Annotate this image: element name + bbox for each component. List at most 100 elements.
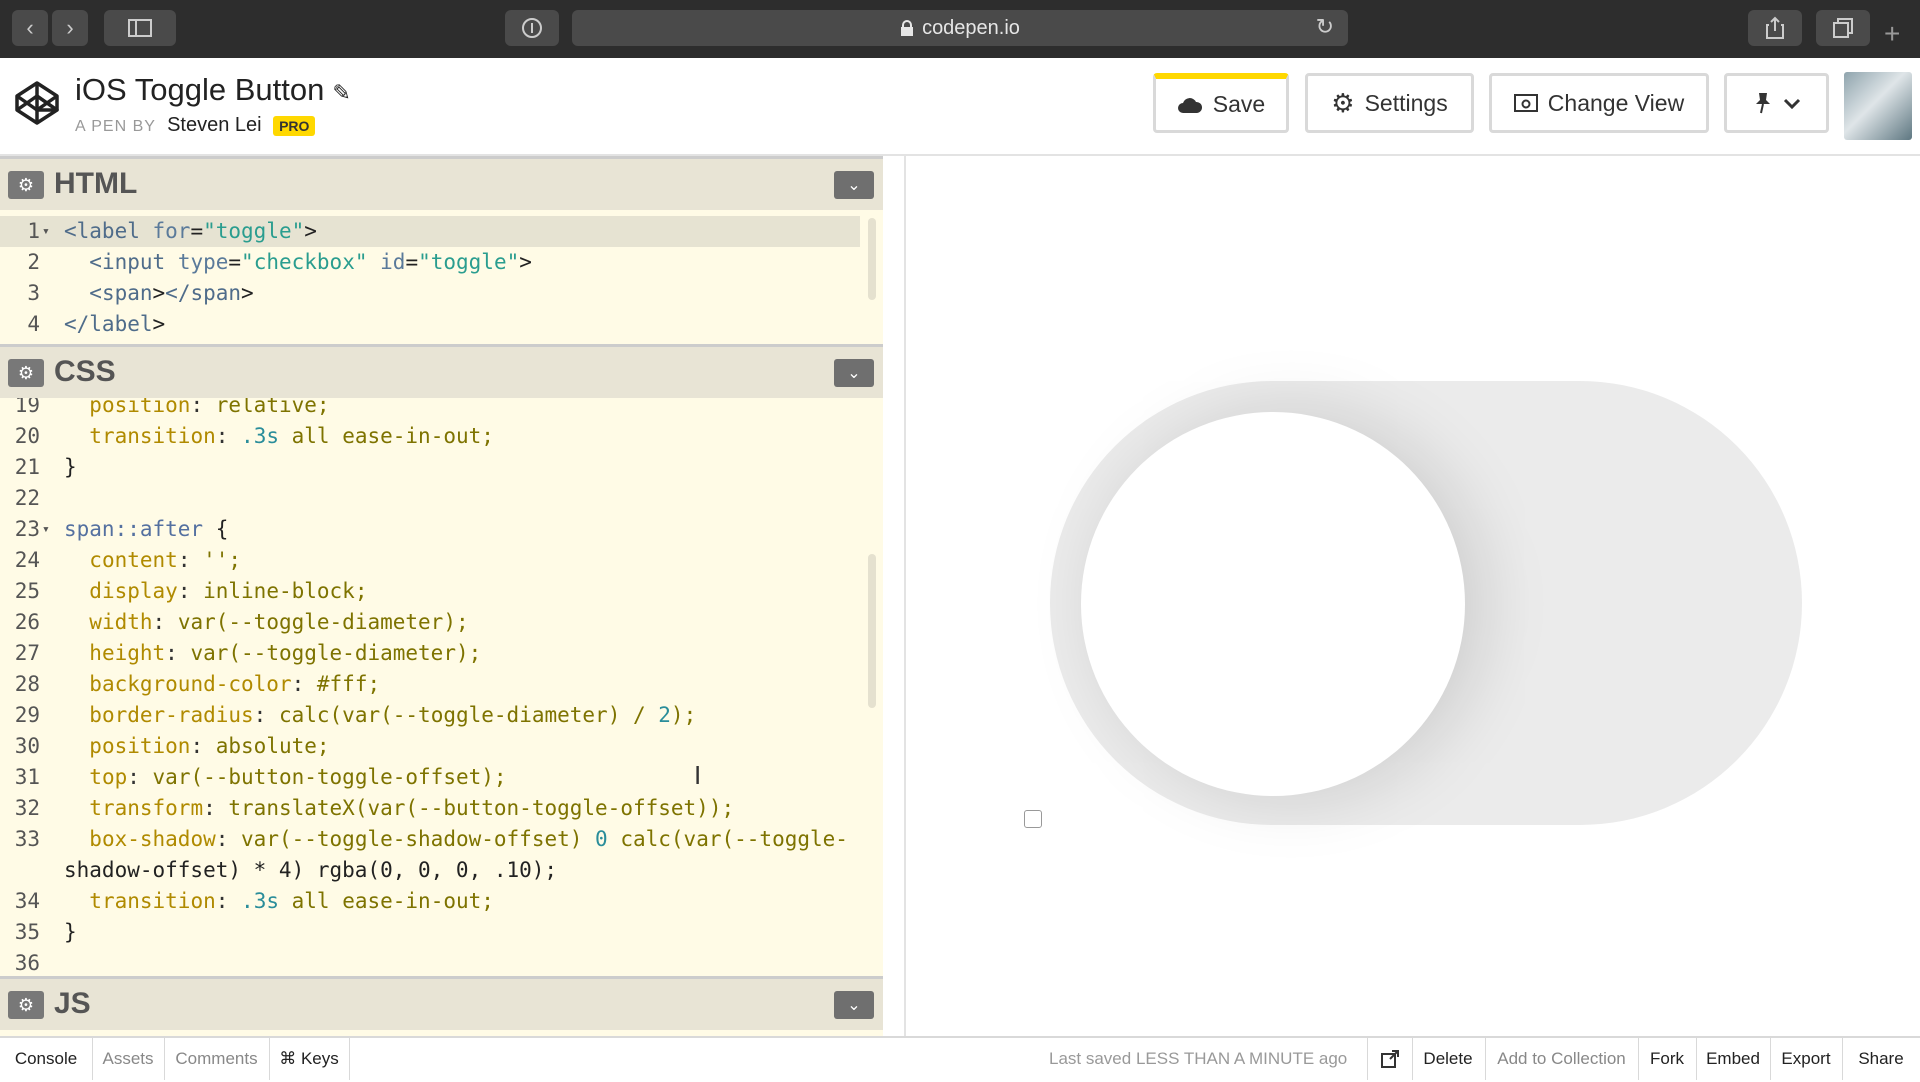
pin-menu-button[interactable] (1724, 73, 1829, 133)
sidebar-toggle-button[interactable] (104, 10, 176, 46)
line-number: 26 (14, 610, 40, 634)
code-line[interactable]: 28 background-color: #fff; (0, 669, 860, 700)
fold-arrow-icon[interactable]: ▾ (42, 216, 50, 247)
code-line[interactable]: 32 transform: translateX(var(--button-to… (0, 793, 860, 824)
author-name[interactable]: Steven Lei (167, 114, 262, 136)
editor-panel: ⚙ HTML ⌄ 1 ▾ <label for="toggle"> 2 <input … (0, 156, 883, 1036)
code-line[interactable]: 33 box-shadow: var(--toggle-shadow-offse… (0, 824, 860, 855)
pen-header: iOS Toggle Button ✎ A PEN BY Steven Lei P… (0, 58, 1920, 156)
code-text: top: var(--button-toggle-offset); (89, 765, 507, 789)
toggle-checkbox[interactable] (1024, 810, 1042, 828)
html-scrollbar[interactable] (868, 218, 876, 300)
line-number: 19 (14, 398, 40, 417)
code-line[interactable]: 22 (0, 483, 860, 514)
code-line[interactable]: shadow-offset) * 4) rgba(0, 0, 0, .10); (0, 855, 860, 886)
css-code-area[interactable]: 19 position: relative; 20 transition: .3s… (0, 398, 883, 976)
console-button[interactable]: Console (0, 1038, 93, 1080)
css-scrollbar[interactable] (868, 554, 876, 708)
tabs-icon (1833, 18, 1853, 38)
code-line[interactable]: 23 ▾ span::after { (0, 514, 860, 545)
js-collapse-chevron-icon[interactable]: ⌄ (834, 991, 874, 1019)
code-line[interactable]: 31 top: var(--button-toggle-offset); (0, 762, 860, 793)
code-line[interactable]: 30 position: absolute; (0, 731, 860, 762)
js-editor-header: ⚙ JS ⌄ (0, 976, 883, 1030)
share-page-button[interactable] (1748, 10, 1802, 46)
pencil-icon[interactable]: ✎ (332, 80, 350, 105)
pen-title[interactable]: iOS Toggle Button ✎ (75, 72, 351, 108)
pro-badge: PRO (273, 116, 316, 136)
line-number: 29 (14, 703, 40, 727)
code-text: position: absolute; (89, 734, 330, 758)
sidebar-icon (128, 19, 152, 37)
code-line[interactable]: 4 </label> (0, 309, 860, 340)
code-text: display: inline-block; (89, 579, 368, 603)
fold-arrow-icon[interactable]: ▾ (42, 514, 50, 545)
css-collapse-chevron-icon[interactable]: ⌄ (834, 359, 874, 387)
new-tab-icon[interactable]: + (1884, 18, 1900, 50)
code-text: shadow-offset) * 4) rgba(0, 0, 0, .10); (64, 858, 558, 882)
keys-button[interactable]: ⌘ Keys (269, 1038, 350, 1080)
code-line[interactable]: 2 <input type="checkbox" id="toggle"> (0, 247, 860, 278)
code-line[interactable]: 21} (0, 452, 860, 483)
code-line[interactable]: 25 display: inline-block; (0, 576, 860, 607)
open-external-button[interactable] (1367, 1038, 1413, 1080)
html-settings-gear-icon[interactable]: ⚙ (8, 171, 44, 199)
avatar[interactable] (1844, 72, 1912, 140)
code-line[interactable]: 3 <span></span> (0, 278, 860, 309)
fork-button[interactable]: Fork (1638, 1038, 1697, 1080)
back-button[interactable]: ‹ (12, 10, 48, 46)
codepen-logo-icon[interactable] (14, 80, 60, 126)
toggle-knob[interactable] (1081, 412, 1465, 796)
code-line[interactable]: 24 content: ''; (0, 545, 860, 576)
html-code-area[interactable]: 1 ▾ <label for="toggle"> 2 <input type="che… (0, 216, 883, 342)
code-line[interactable]: 27 height: var(--toggle-diameter); (0, 638, 860, 669)
chevron-down-icon (1783, 98, 1800, 109)
line-number: 33 (14, 827, 40, 851)
line-number: 31 (14, 765, 40, 789)
change-view-button[interactable]: Change View (1489, 73, 1709, 133)
embed-button[interactable]: Embed (1696, 1038, 1771, 1080)
export-button[interactable]: Export (1770, 1038, 1843, 1080)
line-number: 35 (14, 920, 40, 944)
css-editor-header: ⚙ CSS ⌄ (0, 344, 883, 398)
css-editor-title: CSS (54, 355, 116, 388)
add-to-collection-button[interactable]: Add to Collection (1485, 1038, 1639, 1080)
change-view-label: Change View (1547, 89, 1685, 116)
html-editor-header: ⚙ HTML ⌄ (0, 156, 883, 210)
settings-button[interactable]: ⚙ Settings (1305, 73, 1474, 133)
code-line[interactable]: 35} (0, 917, 860, 948)
assets-button[interactable]: Assets (92, 1038, 165, 1080)
delete-button[interactable]: Delete (1411, 1038, 1486, 1080)
css-settings-gear-icon[interactable]: ⚙ (8, 359, 44, 387)
password-icon (522, 18, 542, 38)
html-editor-title: HTML (54, 167, 138, 200)
line-number: 34 (14, 889, 40, 913)
html-collapse-chevron-icon[interactable]: ⌄ (834, 171, 874, 199)
code-line[interactable]: 36 (0, 948, 860, 976)
code-text: span::after { (64, 517, 229, 541)
js-settings-gear-icon[interactable]: ⚙ (8, 991, 44, 1019)
address-bar[interactable]: codepen.io ↻ (572, 10, 1348, 46)
share-button[interactable]: Share (1842, 1038, 1920, 1080)
comments-button[interactable]: Comments (164, 1038, 270, 1080)
code-line[interactable]: 29 border-radius: calc(var(--toggle-diam… (0, 700, 860, 731)
reload-icon[interactable]: ↻ (1316, 14, 1334, 40)
line-number: 32 (14, 796, 40, 820)
cloud-icon (1177, 97, 1202, 113)
code-text: <input type="checkbox" id="toggle"> (89, 250, 532, 274)
code-line[interactable]: 34 transition: .3s all ease-in-out; (0, 886, 860, 917)
code-line[interactable]: 26 width: var(--toggle-diameter); (0, 607, 860, 638)
code-line[interactable]: 1 ▾ <label for="toggle"> (0, 216, 860, 247)
code-text: <span></span> (89, 281, 254, 305)
forward-button[interactable]: › (52, 10, 88, 46)
save-button[interactable]: Save (1153, 73, 1289, 133)
code-line[interactable]: 19 position: relative; (0, 398, 860, 421)
line-number: 25 (14, 579, 40, 603)
code-text: transition: .3s all ease-in-out; (89, 889, 494, 913)
settings-label: Settings (1364, 89, 1448, 116)
code-text: transition: .3s all ease-in-out; (89, 424, 494, 448)
code-line[interactable]: 20 transition: .3s all ease-in-out; (0, 421, 860, 452)
password-manager-button[interactable] (505, 10, 559, 46)
tabs-overview-button[interactable] (1816, 10, 1870, 46)
code-text: content: ''; (89, 548, 242, 572)
